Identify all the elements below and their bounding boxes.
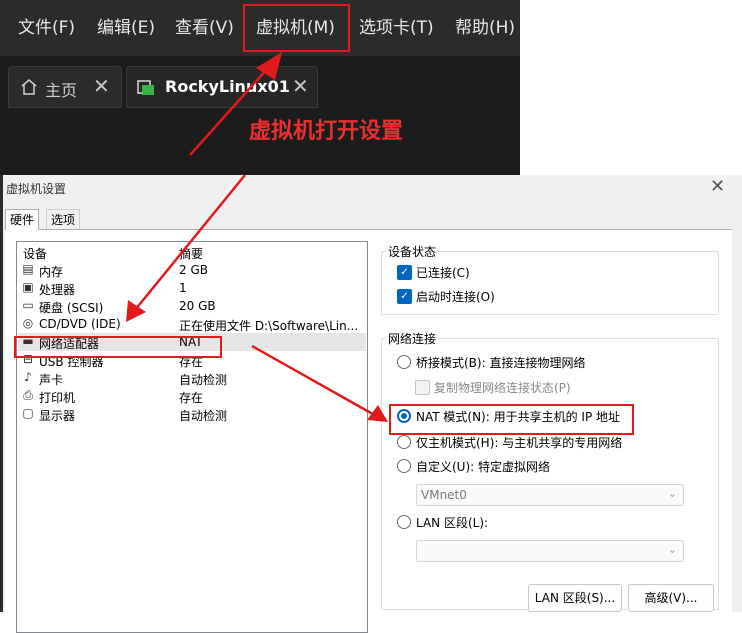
close-icon[interactable]: ✕ — [710, 176, 725, 197]
cdrom-icon: ◎ — [22, 316, 34, 330]
device-status-group: 设备状态 ✓ 已连接(C) ✓ 启动时连接(O) — [381, 243, 719, 315]
printer-icon: ⎙ — [23, 388, 33, 402]
device-name: 声卡 — [39, 373, 64, 387]
device-name: 硬盘 (SCSI) — [39, 301, 104, 315]
home-icon — [21, 79, 37, 95]
tab-vm-label: RockyLinux01 — [165, 77, 290, 96]
device-row-cdrom[interactable]: ◎ CD/DVD (IDE) 正在使用文件 D:\Software\Lin... — [18, 315, 366, 334]
connect-on-start-label: 启动时连接(O) — [416, 290, 495, 304]
tab-hardware[interactable]: 硬件 — [5, 209, 40, 230]
custom-network-value: VMnet0 — [421, 488, 467, 502]
custom-label: 自定义(U): 特定虚拟网络 — [416, 460, 551, 474]
vm-settings-dialog: 虚拟机设置 ✕ 硬件 选项 设备 摘要 ▤ 内存 2 GB ▣ 处理器 1 ▭ … — [0, 175, 742, 633]
device-name: CD/DVD (IDE) — [39, 317, 121, 331]
device-summary: 存在 — [179, 391, 204, 405]
device-row-display[interactable]: ▢ 显示器 自动检测 — [18, 405, 366, 424]
device-row-sound[interactable]: ♪ 声卡 自动检测 — [18, 369, 366, 388]
device-summary: 正在使用文件 D:\Software\Lin... — [179, 319, 359, 333]
background-strip — [0, 175, 3, 612]
tab-bar: 主页 ✕ RockyLinux01 ✕ — [0, 56, 520, 108]
annotation-text: 虚拟机打开设置 — [249, 119, 404, 144]
menu-file[interactable]: 文件(F) — [18, 0, 75, 56]
lan-segment-label: LAN 区段(L): — [416, 516, 489, 530]
highlight-network-adapter — [14, 336, 222, 358]
replicate-label: 复制物理网络连接状态(P) — [434, 381, 571, 395]
close-icon[interactable]: ✕ — [93, 74, 110, 98]
sound-icon: ♪ — [24, 370, 32, 384]
chevron-down-icon: ⌄ — [667, 487, 677, 500]
dialog-title: 虚拟机设置 — [6, 182, 67, 196]
close-icon[interactable]: ✕ — [292, 74, 309, 98]
harddisk-icon: ▭ — [22, 298, 34, 312]
replicate-checkbox[interactable] — [415, 380, 430, 395]
device-list[interactable]: 设备 摘要 ▤ 内存 2 GB ▣ 处理器 1 ▭ 硬盘 (SCSI) 20 G… — [16, 241, 368, 633]
tab-home[interactable]: 主页 ✕ — [8, 66, 122, 108]
lan-segment-select[interactable]: ⌄ — [416, 540, 684, 562]
device-summary: 自动检测 — [179, 373, 228, 387]
highlight-nat-option — [389, 404, 634, 435]
tab-options[interactable]: 选项 — [46, 209, 81, 230]
network-connection-title: 网络连接 — [386, 330, 439, 347]
device-name: 内存 — [39, 265, 64, 279]
device-summary: 1 — [179, 281, 187, 295]
network-connection-group: 网络连接 桥接模式(B): 直接连接物理网络 复制物理网络连接状态(P) NAT… — [381, 330, 719, 610]
custom-radio[interactable] — [397, 459, 411, 473]
device-row-harddisk[interactable]: ▭ 硬盘 (SCSI) 20 GB — [18, 297, 366, 316]
host-only-radio[interactable] — [397, 435, 411, 449]
device-status-title: 设备状态 — [386, 243, 439, 260]
menu-tabs[interactable]: 选项卡(T) — [359, 0, 434, 56]
lan-segments-button[interactable]: LAN 区段(S)... — [528, 584, 622, 612]
device-row-memory[interactable]: ▤ 内存 2 GB — [18, 261, 366, 280]
display-icon: ▢ — [22, 406, 34, 420]
menu-view[interactable]: 查看(V) — [175, 0, 234, 56]
column-device: 设备 — [23, 247, 48, 261]
device-summary: 2 GB — [179, 263, 208, 277]
memory-icon: ▤ — [22, 262, 34, 276]
chevron-down-icon: ⌄ — [667, 543, 677, 556]
highlight-vm-menu — [243, 4, 350, 52]
connected-checkbox[interactable]: ✓ — [397, 265, 412, 280]
processor-icon: ▣ — [22, 280, 34, 294]
host-only-label: 仅主机模式(H): 与主机共享的专用网络 — [416, 436, 623, 450]
column-summary: 摘要 — [179, 247, 204, 261]
bridged-label: 桥接模式(B): 直接连接物理网络 — [416, 356, 586, 370]
device-summary: 自动检测 — [179, 409, 228, 423]
menu-help[interactable]: 帮助(H) — [455, 0, 515, 56]
connected-label: 已连接(C) — [416, 266, 470, 280]
connect-on-start-checkbox[interactable]: ✓ — [397, 289, 412, 304]
tab-vm[interactable]: RockyLinux01 ✕ — [126, 66, 318, 108]
device-row-printer[interactable]: ⎙ 打印机 存在 — [18, 387, 366, 406]
bridged-radio[interactable] — [397, 355, 411, 369]
device-name: 显示器 — [39, 409, 76, 423]
custom-network-select[interactable]: VMnet0 ⌄ — [416, 484, 684, 506]
tab-home-label: 主页 — [45, 81, 78, 100]
advanced-button[interactable]: 高级(V)... — [628, 584, 714, 612]
lan-segment-radio[interactable] — [397, 515, 411, 529]
device-row-processor[interactable]: ▣ 处理器 1 — [18, 279, 366, 298]
device-name: 处理器 — [39, 283, 76, 297]
menu-edit[interactable]: 编辑(E) — [97, 0, 155, 56]
vm-icon — [137, 80, 154, 95]
device-summary: 20 GB — [179, 299, 216, 313]
device-name: 打印机 — [39, 391, 76, 405]
